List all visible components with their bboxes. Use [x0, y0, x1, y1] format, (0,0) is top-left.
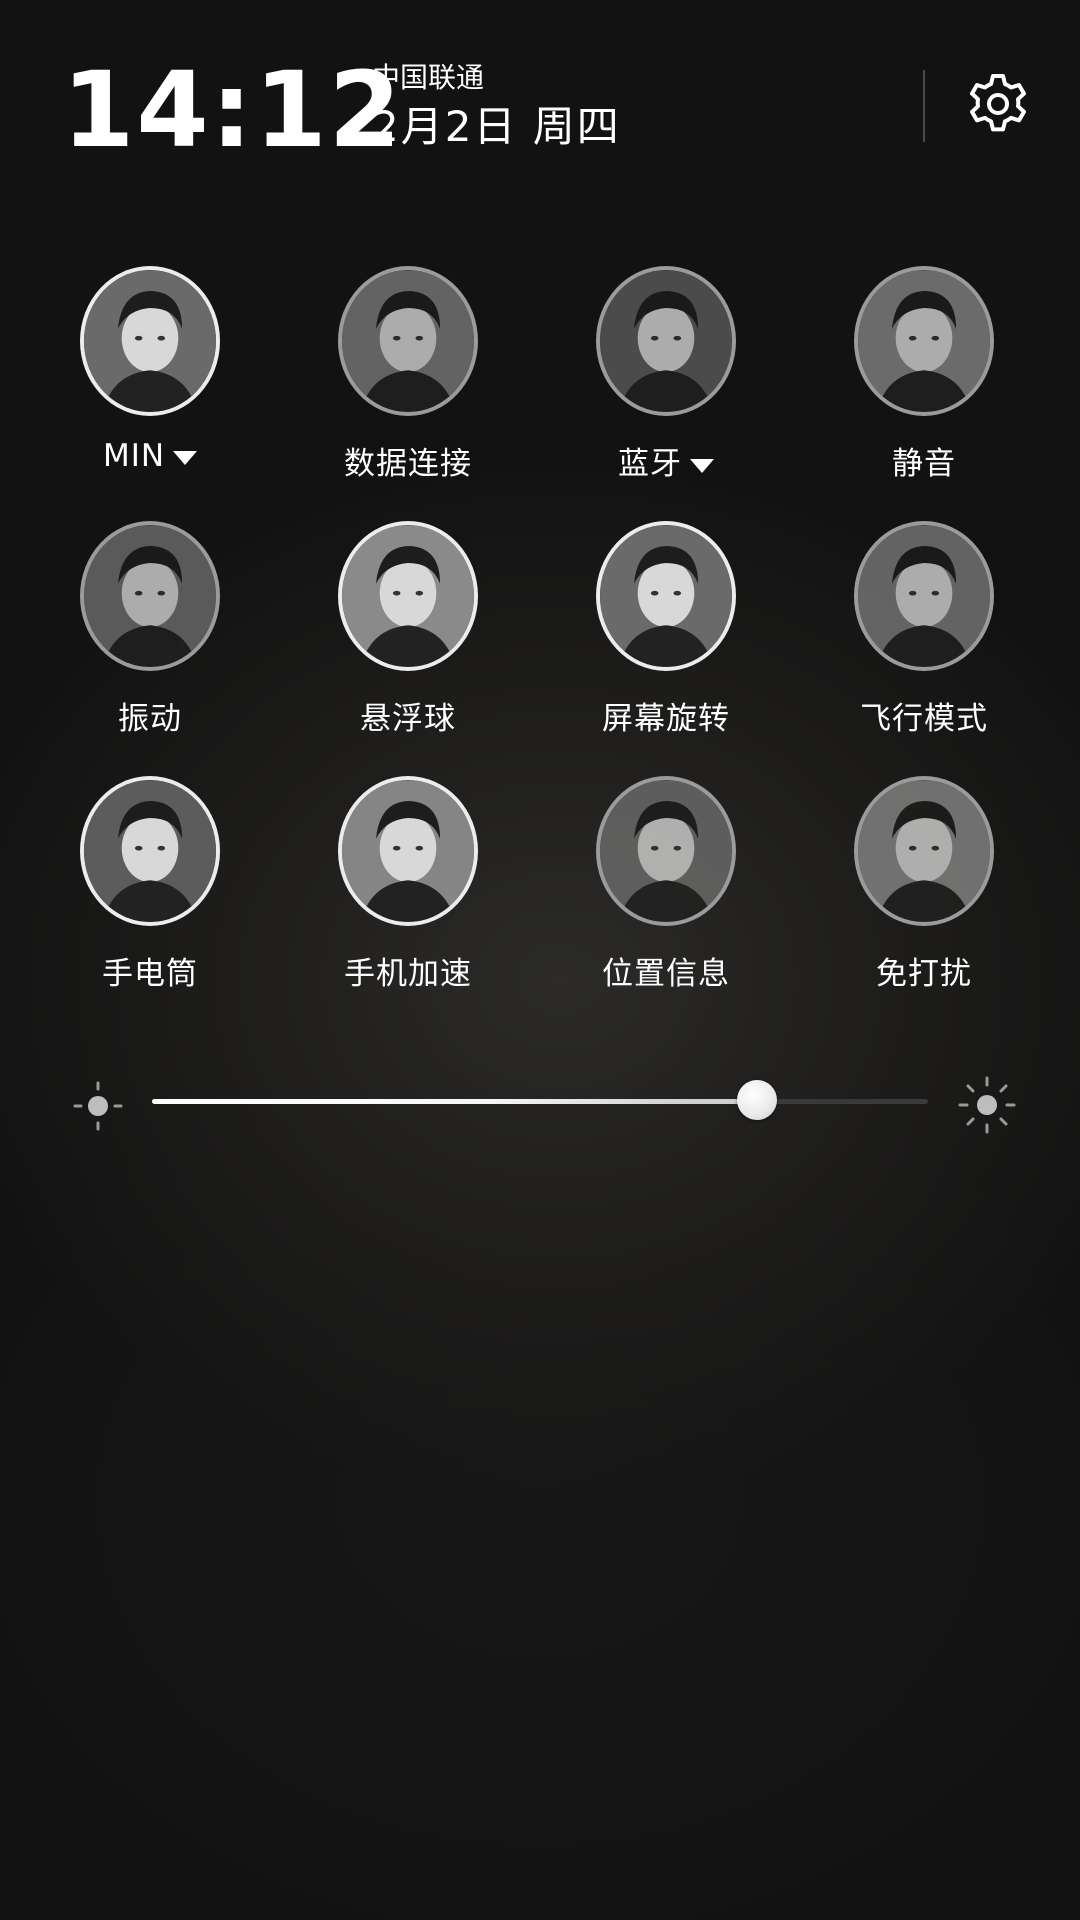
- toggle-tile[interactable]: MIN: [52, 266, 252, 496]
- toggle-label-text: 蓝牙: [618, 446, 682, 482]
- portrait-photo: [342, 780, 474, 922]
- sun-large-icon: [958, 1076, 1016, 1134]
- toggle-avatar: [338, 521, 478, 671]
- header-divider: [923, 70, 925, 142]
- toggle-label-text: 位置信息: [602, 956, 730, 992]
- toggle-tile[interactable]: 数据连接: [310, 266, 510, 496]
- toggle-tile[interactable]: 手机加速: [310, 776, 510, 1006]
- toggle-tile[interactable]: 位置信息: [568, 776, 768, 1006]
- portrait-photo: [342, 525, 474, 667]
- portrait-photo: [84, 270, 216, 412]
- toggle-avatar: [80, 521, 220, 671]
- toggle-label: 免打扰: [826, 948, 1022, 993]
- toggle-label: 静音: [826, 438, 1022, 483]
- toggle-label: 位置信息: [568, 948, 764, 993]
- brightness-thumb[interactable]: [737, 1080, 778, 1120]
- toggle-avatar: [854, 521, 994, 671]
- brightness-slider[interactable]: [152, 1080, 928, 1120]
- portrait-photo: [858, 525, 990, 667]
- portrait-photo: [600, 270, 732, 412]
- toggle-label-text: 屏幕旋转: [602, 701, 730, 737]
- toggle-avatar: [854, 776, 994, 926]
- carrier-name: 中国联通: [372, 61, 485, 94]
- toggle-label-text: 飞行模式: [860, 701, 988, 737]
- toggle-label: 悬浮球: [310, 693, 506, 738]
- toggle-label-text: MIN: [102, 438, 166, 474]
- toggle-label-text: 振动: [118, 701, 182, 737]
- settings-button[interactable]: [964, 70, 1032, 138]
- portrait-photo: [342, 270, 474, 412]
- toggle-tile[interactable]: 飞行模式: [826, 521, 1026, 751]
- toggle-label: 手机加速: [310, 948, 506, 993]
- toggle-label-text: 数据连接: [344, 446, 472, 482]
- date-weekday: 2月2日 周四: [372, 102, 621, 151]
- toggle-label-text: 悬浮球: [360, 701, 456, 737]
- toggle-label: 手电筒: [52, 948, 248, 993]
- toggle-label: 振动: [52, 693, 248, 738]
- caret-down-icon[interactable]: [173, 450, 198, 465]
- portrait-photo: [84, 525, 216, 667]
- sun-small-icon: [73, 1081, 123, 1131]
- toggle-tile[interactable]: 振动: [52, 521, 252, 751]
- toggle-avatar: [596, 521, 736, 671]
- toggle-avatar: [596, 776, 736, 926]
- toggle-avatar: [338, 266, 478, 416]
- toggle-avatar: [80, 266, 220, 416]
- toggle-tile[interactable]: 静音: [826, 266, 1026, 496]
- toggle-label-text: 静音: [892, 446, 956, 482]
- toggle-tile[interactable]: 蓝牙: [568, 266, 768, 496]
- toggle-avatar: [596, 266, 736, 416]
- portrait-photo: [858, 270, 990, 412]
- portrait-photo: [600, 780, 732, 922]
- portrait-photo: [84, 780, 216, 922]
- toggle-label: 屏幕旋转: [568, 693, 764, 738]
- brightness-fill: [152, 1099, 758, 1104]
- toggle-label: 数据连接: [310, 438, 506, 483]
- toggle-tile[interactable]: 屏幕旋转: [568, 521, 768, 751]
- portrait-photo: [858, 780, 990, 922]
- toggle-label-text: 手机加速: [344, 956, 472, 992]
- toggle-tile[interactable]: 免打扰: [826, 776, 1026, 1006]
- toggle-avatar: [854, 266, 994, 416]
- toggle-avatar: [80, 776, 220, 926]
- toggle-label: MIN: [52, 438, 248, 474]
- toggle-tile[interactable]: 手电筒: [52, 776, 252, 1006]
- toggle-tile[interactable]: 悬浮球: [310, 521, 510, 751]
- clock: 14:12: [62, 49, 404, 171]
- toggle-label-text: 手电筒: [102, 956, 198, 992]
- caret-down-icon[interactable]: [690, 458, 714, 473]
- notification-shade: 14:12 中国联通 2月2日 周四 MIN 数据连接 蓝牙 静音振动 悬浮球 屏幕旋转 飞…: [0, 0, 1080, 1920]
- toggle-label: 飞行模式: [826, 693, 1022, 738]
- toggle-avatar: [338, 776, 478, 926]
- toggle-label: 蓝牙: [568, 438, 764, 483]
- portrait-photo: [600, 525, 732, 667]
- toggle-label-text: 免打扰: [876, 956, 972, 992]
- gear-icon: [970, 74, 1026, 132]
